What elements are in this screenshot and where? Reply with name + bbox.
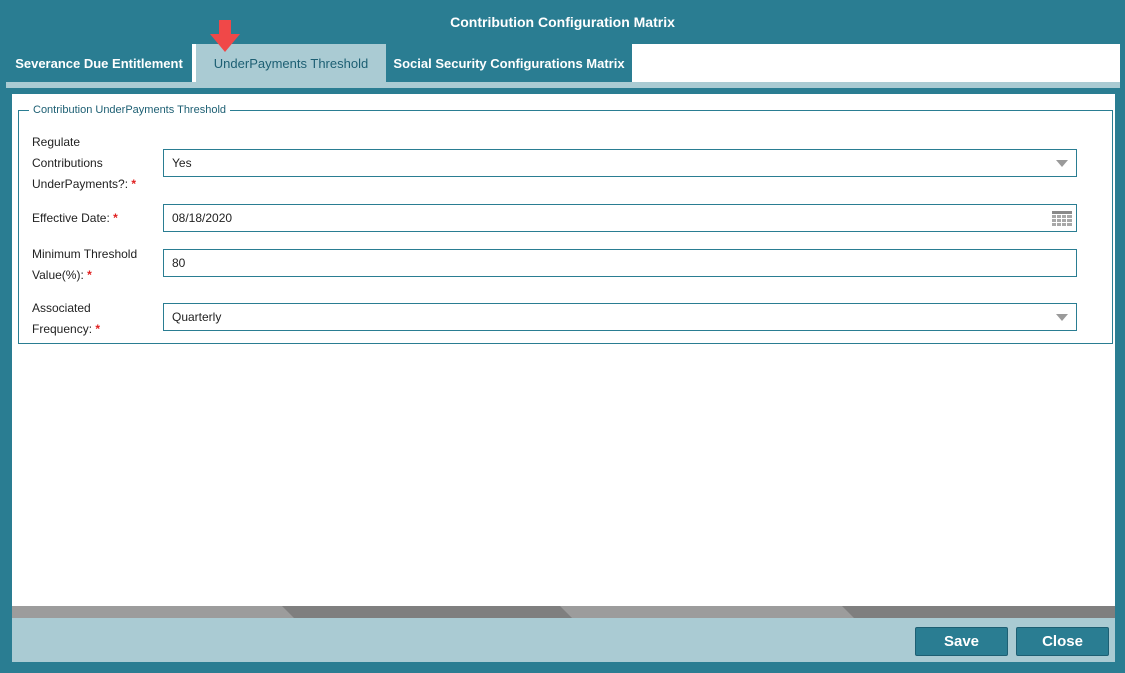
calendar-icon[interactable] xyxy=(1052,211,1072,227)
tab-social-security-configurations-matrix[interactable]: Social Security Configurations Matrix xyxy=(386,44,632,82)
required-mark: * xyxy=(87,268,92,282)
effective-date-label: Effective Date: * xyxy=(32,211,118,225)
min-threshold-input[interactable] xyxy=(172,256,1022,270)
effective-date-field[interactable] xyxy=(163,204,1077,232)
dialog-footer: Save Close xyxy=(12,618,1115,662)
chevron-down-icon[interactable] xyxy=(1056,314,1068,321)
chevron-down-icon[interactable] xyxy=(1056,160,1068,167)
regulate-label: Regulate Contributions UnderPayments?: * xyxy=(32,135,137,191)
tab-severance-due-entitlement[interactable]: Severance Due Entitlement xyxy=(6,44,192,82)
frequency-label: Associated Frequency: * xyxy=(32,301,101,336)
required-mark: * xyxy=(113,211,118,225)
required-mark: * xyxy=(131,177,137,191)
tab-strip: Severance Due Entitlement UnderPayments … xyxy=(6,44,1120,82)
underpayments-threshold-section: Contribution UnderPayments Threshold Reg… xyxy=(18,104,1113,344)
effective-date-input[interactable] xyxy=(172,211,1022,225)
regulate-select[interactable]: Yes xyxy=(163,149,1077,177)
tab-underline xyxy=(6,82,1120,88)
horizontal-scrollbar[interactable] xyxy=(12,606,1115,618)
frequency-select[interactable]: Quarterly xyxy=(163,303,1077,331)
save-button[interactable]: Save xyxy=(915,627,1008,656)
arrow-down-icon xyxy=(210,20,240,52)
min-threshold-field[interactable] xyxy=(163,249,1077,277)
dialog-window: Contribution Configuration Matrix Severa… xyxy=(0,0,1125,673)
dialog-title: Contribution Configuration Matrix xyxy=(450,14,675,30)
tab-content: Contribution UnderPayments Threshold Reg… xyxy=(12,94,1115,606)
required-mark: * xyxy=(95,322,101,336)
section-legend: Contribution UnderPayments Threshold xyxy=(33,104,227,116)
min-threshold-label: Minimum Threshold Value(%): * xyxy=(32,247,138,282)
close-button[interactable]: Close xyxy=(1016,627,1109,656)
